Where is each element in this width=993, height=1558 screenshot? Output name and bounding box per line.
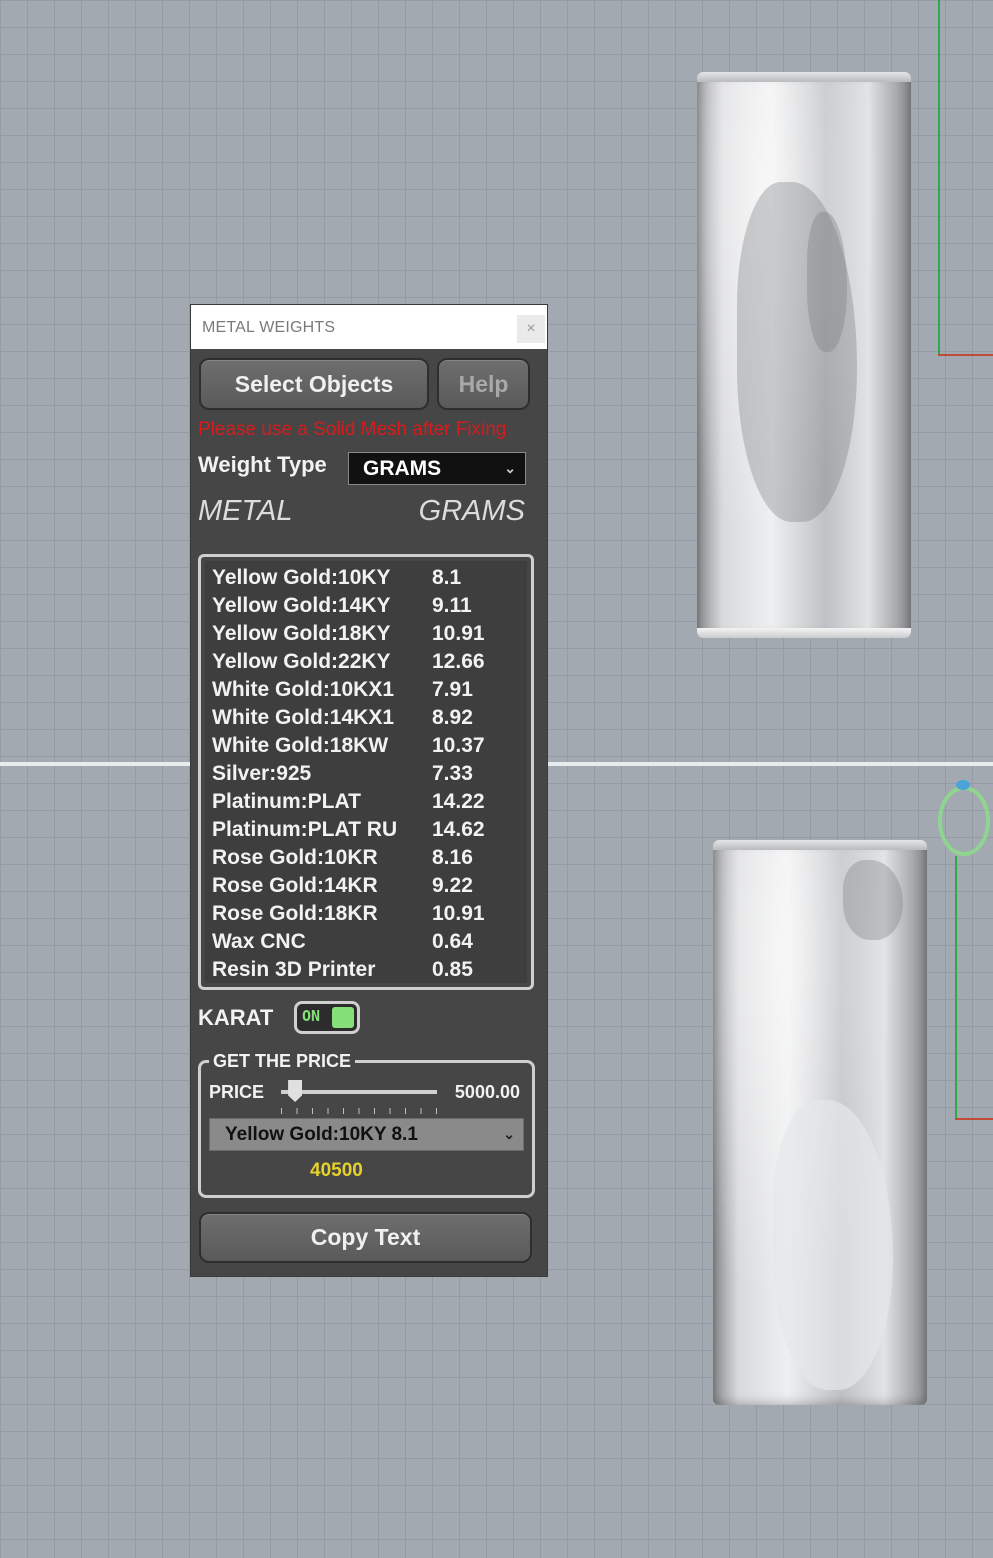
y-axis-line-top bbox=[938, 0, 940, 356]
metal-grams: 12.66 bbox=[432, 650, 485, 673]
metal-weights-list[interactable]: Yellow Gold:10KY 8.1 Yellow Gold:14KY 9.11 Y… bbox=[198, 554, 534, 990]
y-axis-line-bottom bbox=[955, 856, 957, 1120]
metal-name: Yellow Gold:18KY bbox=[212, 622, 391, 645]
list-item[interactable]: White Gold:18KW 10.37 bbox=[212, 734, 532, 762]
metal-grams: 14.22 bbox=[432, 790, 485, 813]
list-item[interactable]: Yellow Gold:22KY 12.66 bbox=[212, 650, 532, 678]
weight-type-select[interactable]: GRAMS ⌄ bbox=[348, 452, 526, 485]
metal-name: White Gold:14KX1 bbox=[212, 706, 395, 729]
metal-name: Rose Gold:18KR bbox=[212, 902, 378, 925]
ring-render-top[interactable] bbox=[697, 72, 911, 638]
list-item[interactable]: Yellow Gold:10KY 8.1 bbox=[212, 566, 532, 594]
metal-weights-dialog: METAL WEIGHTS × Select Objects Help Plea… bbox=[191, 305, 547, 1276]
close-icon[interactable]: × bbox=[517, 315, 545, 343]
get-price-group: GET THE PRICE PRICE 5000.00 Yellow Gold:… bbox=[198, 1051, 535, 1198]
copy-text-button[interactable]: Copy Text bbox=[199, 1212, 532, 1263]
help-button[interactable]: Help bbox=[437, 358, 530, 410]
metal-name: Rose Gold:14KR bbox=[212, 874, 378, 897]
list-item[interactable]: White Gold:10KX1 7.91 bbox=[212, 678, 532, 706]
metal-grams: 0.85 bbox=[432, 958, 473, 981]
dialog-titlebar[interactable]: METAL WEIGHTS × bbox=[191, 305, 547, 349]
metal-grams: 7.91 bbox=[432, 678, 473, 701]
metal-grams: 8.16 bbox=[432, 846, 473, 869]
chevron-down-icon: ⌄ bbox=[503, 1126, 515, 1142]
metal-name: White Gold:18KW bbox=[212, 734, 389, 757]
ring-render-bottom[interactable] bbox=[713, 840, 927, 1405]
list-item[interactable]: Rose Gold:14KR 9.22 bbox=[212, 874, 532, 902]
price-slider[interactable] bbox=[281, 1080, 437, 1120]
price-slider-track bbox=[281, 1090, 437, 1094]
metal-name: Wax CNC bbox=[212, 930, 306, 953]
price-slider-ticks bbox=[281, 1108, 437, 1114]
list-item[interactable]: Rose Gold:18KR 10.91 bbox=[212, 902, 532, 930]
x-axis-line-bottom bbox=[955, 1118, 993, 1120]
ring-preview-icon bbox=[938, 786, 990, 856]
metal-name: Platinum:PLAT RU bbox=[212, 818, 398, 841]
list-item[interactable]: Silver:925 7.33 bbox=[212, 762, 532, 790]
metal-name: Resin 3D Printer bbox=[212, 958, 376, 981]
metal-grams: 9.11 bbox=[432, 594, 472, 617]
metal-grams: 0.64 bbox=[432, 930, 473, 953]
karat-toggle[interactable]: ON bbox=[294, 1001, 360, 1034]
price-label: PRICE bbox=[209, 1082, 265, 1102]
price-total: 40500 bbox=[310, 1160, 363, 1181]
karat-toggle-state: ON bbox=[302, 1007, 321, 1025]
metal-grams: 7.33 bbox=[432, 762, 473, 785]
list-item[interactable]: Rose Gold:10KR 8.16 bbox=[212, 846, 532, 874]
list-item[interactable]: Yellow Gold:14KY 9.11 bbox=[212, 594, 532, 622]
metal-name: Yellow Gold:10KY bbox=[212, 566, 391, 589]
metal-grams: 9.22 bbox=[432, 874, 473, 897]
metal-select[interactable]: Yellow Gold:10KY 8.1 ⌄ bbox=[209, 1118, 524, 1151]
chevron-down-icon: ⌄ bbox=[504, 460, 516, 476]
karat-label: KARAT bbox=[198, 1005, 274, 1030]
toggle-knob bbox=[332, 1007, 354, 1028]
list-item[interactable]: Wax CNC 0.64 bbox=[212, 930, 532, 958]
select-objects-button[interactable]: Select Objects bbox=[199, 358, 429, 410]
list-item[interactable]: Yellow Gold:18KY 10.91 bbox=[212, 622, 532, 650]
metal-name: Silver:925 bbox=[212, 762, 312, 785]
x-axis-line-top bbox=[938, 354, 993, 356]
metal-name: Rose Gold:10KR bbox=[212, 846, 378, 869]
metal-grams: 10.91 bbox=[432, 902, 485, 925]
metal-grams: 10.91 bbox=[432, 622, 485, 645]
metal-grams: 8.92 bbox=[432, 706, 473, 729]
metal-name: Yellow Gold:22KY bbox=[212, 650, 391, 673]
weight-type-label: Weight Type bbox=[198, 452, 327, 477]
list-item[interactable]: Platinum:PLAT RU 14.62 bbox=[212, 818, 532, 846]
metal-name: White Gold:10KX1 bbox=[212, 678, 395, 701]
grams-column-header: GRAMS bbox=[418, 495, 525, 527]
metal-grams: 14.62 bbox=[432, 818, 485, 841]
metal-grams: 10.37 bbox=[432, 734, 485, 757]
metal-name: Yellow Gold:14KY bbox=[212, 594, 391, 617]
list-item[interactable]: White Gold:14KX1 8.92 bbox=[212, 706, 532, 734]
list-item[interactable]: Resin 3D Printer 0.85 bbox=[212, 958, 532, 986]
get-price-title: GET THE PRICE bbox=[209, 1051, 356, 1072]
price-value: 5000.00 bbox=[454, 1082, 520, 1102]
weight-type-value: GRAMS bbox=[363, 457, 442, 480]
gem-icon bbox=[956, 780, 970, 790]
price-slider-thumb[interactable] bbox=[288, 1080, 303, 1102]
dialog-title: METAL WEIGHTS bbox=[202, 319, 336, 336]
metal-weights-list-body: Yellow Gold:10KY 8.1 Yellow Gold:14KY 9.11 Y… bbox=[205, 561, 527, 983]
metal-grams: 8.1 bbox=[432, 566, 462, 589]
metal-column-header: METAL bbox=[198, 495, 293, 527]
warning-message: Please use a Solid Mesh after Fixing bbox=[198, 419, 507, 440]
metal-name: Platinum:PLAT bbox=[212, 790, 361, 813]
list-item[interactable]: Platinum:PLAT 14.22 bbox=[212, 790, 532, 818]
selected-metal-value: Yellow Gold:10KY 8.1 bbox=[225, 1124, 418, 1145]
